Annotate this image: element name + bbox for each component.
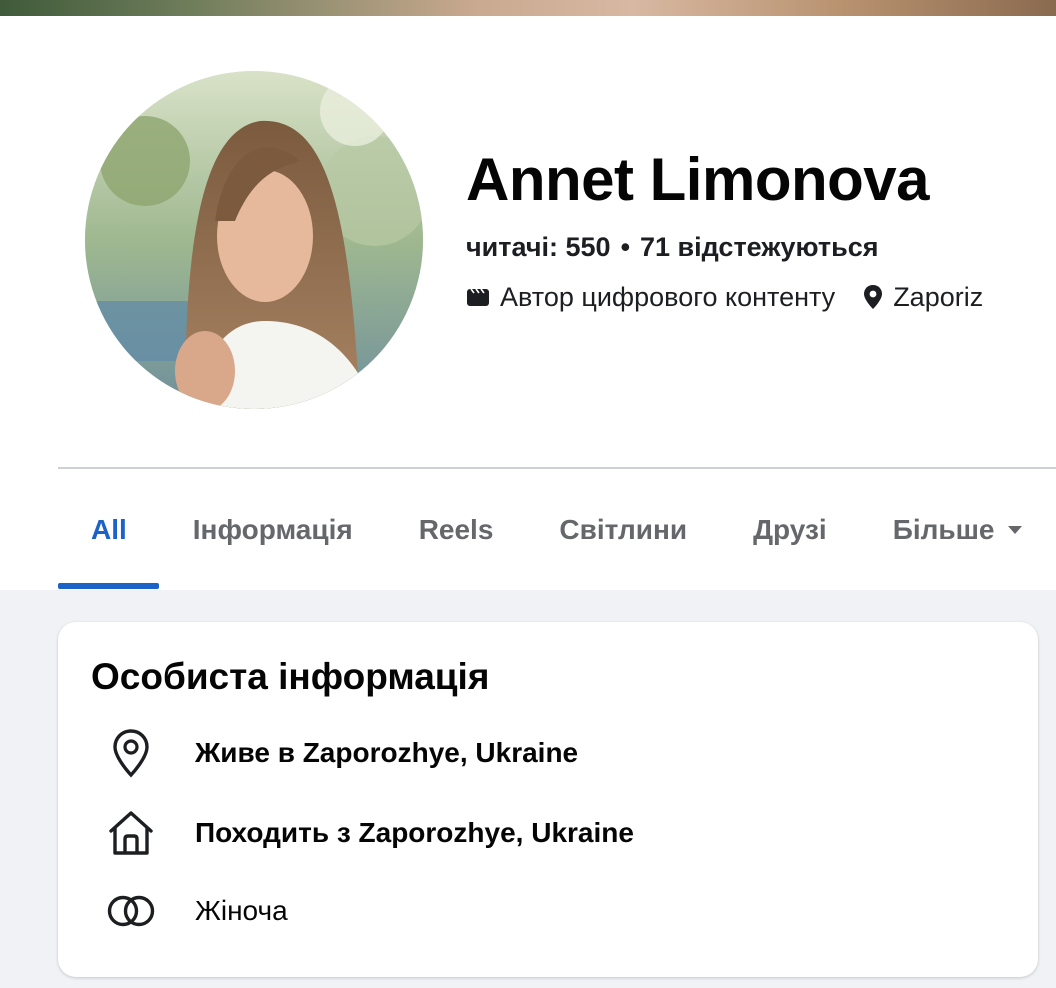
location-pin-icon — [103, 728, 159, 778]
tab-reels[interactable]: Reels — [386, 500, 527, 560]
active-tab-indicator — [58, 583, 159, 589]
home-icon — [103, 809, 159, 857]
following-link[interactable]: 71 відстежуються — [640, 232, 878, 262]
personal-info-title: Особиста інформація — [91, 656, 490, 697]
followers-link[interactable]: читачі: 550 — [466, 232, 611, 262]
personal-info-card: Особиста інформація Живе в Zaporozhye, U… — [58, 622, 1038, 977]
profile-avatar[interactable] — [85, 71, 423, 409]
info-lives-in-text[interactable]: Живе в Zaporozhye, Ukraine — [195, 737, 578, 769]
tab-more-label: Більше — [892, 514, 995, 545]
profile-category: Автор цифрового контенту — [500, 282, 836, 312]
tab-friends[interactable]: Друзі — [720, 500, 860, 560]
profile-meta: Автор цифрового контенту Zaporiz — [466, 277, 1056, 317]
tab-photos[interactable]: Світлини — [526, 500, 720, 560]
location-pin-icon — [863, 284, 883, 310]
info-item-lives-in: Живе в Zaporozhye, Ukraine — [103, 728, 578, 778]
info-item-from: Походить з Zaporozhye, Ukraine — [103, 808, 634, 858]
info-item-gender: Жіноча — [103, 886, 288, 936]
profile-location[interactable]: Zaporiz — [893, 279, 983, 315]
profile-stats: читачі: 550 • 71 відстежуються — [466, 229, 878, 265]
cover-photo[interactable] — [0, 0, 1056, 16]
profile-name: Annet Limonova — [466, 146, 930, 213]
tab-more[interactable]: Більше — [860, 500, 1056, 560]
info-gender-text: Жіноча — [195, 895, 288, 926]
info-from-text[interactable]: Походить з Zaporozhye, Ukraine — [195, 817, 634, 849]
video-icon — [466, 287, 490, 307]
tab-all[interactable]: All — [58, 500, 160, 560]
caret-down-icon — [1007, 525, 1023, 535]
header-divider — [58, 467, 1056, 469]
tab-information[interactable]: Інформація — [160, 500, 386, 560]
gender-icon — [103, 894, 159, 928]
separator-dot: • — [620, 232, 631, 262]
profile-tabs: All Інформація Reels Світлини Друзі Біль… — [58, 500, 1056, 590]
